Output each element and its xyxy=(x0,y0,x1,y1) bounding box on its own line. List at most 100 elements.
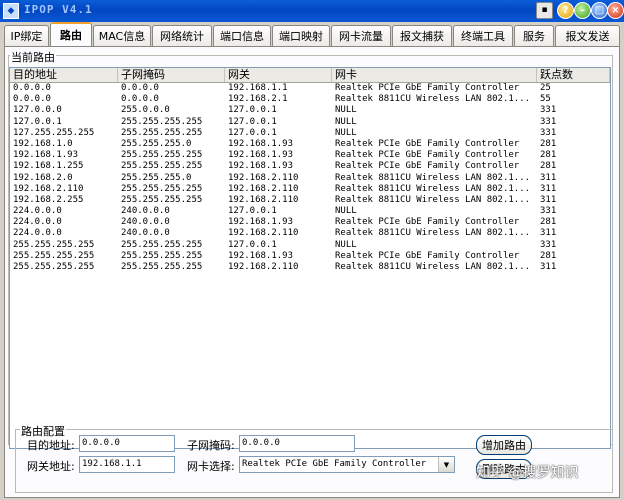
cell-destination: 192.168.2.255 xyxy=(13,194,84,205)
cell-nic: Realtek 8811CU Wireless LAN 802.1... xyxy=(335,94,531,105)
table-row[interactable]: 224.0.0.0 240.0.0.0 192.168.2.110 Realtek 8… xyxy=(10,228,610,239)
cell-metric: 281 xyxy=(540,217,557,228)
table-row[interactable]: 224.0.0.0 240.0.0.0 127.0.0.1 NULL 331 xyxy=(10,206,610,217)
cell-metric: 311 xyxy=(540,228,557,239)
table-row[interactable]: 127.255.255.255 255.255.255.255 127.0.0.1 N… xyxy=(10,128,610,139)
help-button[interactable]: ? xyxy=(557,2,574,19)
cell-destination: 0.0.0.0 xyxy=(13,94,51,105)
table-row[interactable]: 0.0.0.0 0.0.0.0 192.168.1.1 Realtek PCIe Gb… xyxy=(10,83,610,94)
cell-metric: 281 xyxy=(540,161,557,172)
window-title: IPOP V4.1 xyxy=(24,3,93,16)
cell-gateway: 127.0.0.1 xyxy=(228,206,277,217)
cell-destination: 255.255.255.255 xyxy=(13,239,95,250)
cell-subnet-mask: 0.0.0.0 xyxy=(121,94,159,105)
cell-subnet-mask: 255.255.255.255 xyxy=(121,150,203,161)
tab-nic-traffic[interactable]: 网卡流量 xyxy=(331,25,391,46)
tab-route[interactable]: 路由 xyxy=(50,22,92,46)
cell-nic: Realtek 8811CU Wireless LAN 802.1... xyxy=(335,228,531,239)
route-table-body: 0.0.0.0 0.0.0.0 192.168.1.1 Realtek PCIe Gb… xyxy=(10,83,610,273)
close-button[interactable]: × xyxy=(607,2,624,19)
cell-nic: Realtek PCIe GbE Family Controller xyxy=(335,138,520,149)
cell-nic: NULL xyxy=(335,105,357,116)
cell-metric: 311 xyxy=(540,183,557,194)
cell-gateway: 127.0.0.1 xyxy=(228,127,277,138)
tab-packet-capture[interactable]: 报文捕获 xyxy=(392,25,452,46)
cell-subnet-mask: 240.0.0.0 xyxy=(121,206,170,217)
table-row[interactable]: 192.168.1.255 255.255.255.255 192.168.1.93… xyxy=(10,161,610,172)
cell-gateway: 192.168.1.93 xyxy=(228,161,294,172)
cell-destination: 0.0.0.0 xyxy=(13,83,51,93)
tab-packet-send[interactable]: 报文发送 xyxy=(555,25,620,46)
table-row[interactable]: 192.168.2.0 255.255.255.0 192.168.2.110 Rea… xyxy=(10,173,610,184)
cell-gateway: 192.168.2.1 xyxy=(228,94,288,105)
cell-metric: 25 xyxy=(540,83,551,93)
nic-select-dropdown[interactable]: Realtek PCIe GbE Family Controller ▼ xyxy=(239,456,455,473)
col-destination[interactable]: 目的地址 xyxy=(10,68,118,82)
dest-address-input[interactable]: 0.0.0.0 xyxy=(79,435,175,452)
cell-destination: 224.0.0.0 xyxy=(13,217,62,228)
add-route-button[interactable]: 增加路由 xyxy=(476,435,532,455)
table-row[interactable]: 255.255.255.255 255.255.255.255 192.168.1.… xyxy=(10,251,610,262)
cell-destination: 192.168.2.110 xyxy=(13,183,84,194)
route-table[interactable]: 目的地址 子网掩码 网关 网卡 跃点数 0.0.0.0 0.0.0.0 192.16… xyxy=(9,67,611,449)
tab-ip-bind[interactable]: IP绑定 xyxy=(4,25,49,46)
table-row[interactable]: 255.255.255.255 255.255.255.255 127.0.0.1 N… xyxy=(10,240,610,251)
gateway-address-input[interactable]: 192.168.1.1 xyxy=(79,456,175,473)
table-row[interactable]: 192.168.1.93 255.255.255.255 192.168.1.93 R… xyxy=(10,150,610,161)
cell-metric: 281 xyxy=(540,138,557,149)
tab-services[interactable]: 服务 xyxy=(514,25,554,46)
cell-nic: Realtek PCIe GbE Family Controller xyxy=(335,150,520,161)
cell-destination: 255.255.255.255 xyxy=(13,262,95,272)
cell-nic: Realtek 8811CU Wireless LAN 802.1... xyxy=(335,172,531,183)
subnet-mask-input[interactable]: 0.0.0.0 xyxy=(239,435,355,452)
cell-destination: 224.0.0.0 xyxy=(13,206,62,217)
nic-select-value: Realtek PCIe GbE Family Controller xyxy=(242,459,427,469)
cell-metric: 331 xyxy=(540,116,557,127)
cell-gateway: 192.168.1.1 xyxy=(228,83,288,93)
tab-terminal-tools[interactable]: 终端工具 xyxy=(453,25,513,46)
cell-nic: Realtek PCIe GbE Family Controller xyxy=(335,83,520,93)
cell-subnet-mask: 255.255.255.0 xyxy=(121,172,192,183)
cell-nic: Realtek 8811CU Wireless LAN 802.1... xyxy=(335,183,531,194)
table-row[interactable]: 192.168.1.0 255.255.255.0 192.168.1.93 Real… xyxy=(10,139,610,150)
table-row[interactable]: 192.168.2.255 255.255.255.255 192.168.2.11… xyxy=(10,195,610,206)
table-row[interactable]: 192.168.2.110 255.255.255.255 192.168.2.11… xyxy=(10,184,610,195)
table-row[interactable]: 0.0.0.0 0.0.0.0 192.168.2.1 Realtek 8811CU … xyxy=(10,94,610,105)
cell-subnet-mask: 255.255.255.255 xyxy=(121,127,203,138)
cell-gateway: 192.168.2.110 xyxy=(228,172,299,183)
chevron-down-icon[interactable]: ▼ xyxy=(438,457,454,472)
cell-gateway: 127.0.0.1 xyxy=(228,239,277,250)
tab-port-mapping[interactable]: 端口映射 xyxy=(272,25,330,46)
tab-mac-info[interactable]: MAC信息 xyxy=(93,25,151,46)
current-route-label: 当前路由 xyxy=(10,49,56,65)
cell-nic: Realtek PCIe GbE Family Controller xyxy=(335,250,520,261)
cell-subnet-mask: 0.0.0.0 xyxy=(121,83,159,93)
col-nic[interactable]: 网卡 xyxy=(332,68,537,82)
cell-subnet-mask: 255.255.255.255 xyxy=(121,116,203,127)
cell-destination: 192.168.2.0 xyxy=(13,172,73,183)
cell-nic: Realtek PCIe GbE Family Controller xyxy=(335,161,520,172)
cell-gateway: 192.168.1.93 xyxy=(228,250,294,261)
col-metric[interactable]: 跃点数 xyxy=(537,68,610,82)
cell-gateway: 192.168.2.110 xyxy=(228,194,299,205)
cell-destination: 127.0.0.1 xyxy=(13,116,62,127)
cell-metric: 55 xyxy=(540,94,551,105)
cell-destination: 192.168.1.255 xyxy=(13,161,84,172)
table-row[interactable]: 127.0.0.1 255.255.255.255 127.0.0.1 NULL 331 xyxy=(10,117,610,128)
tab-port-info[interactable]: 端口信息 xyxy=(213,25,271,46)
table-row[interactable]: 127.0.0.0 255.0.0.0 127.0.0.1 NULL 331 xyxy=(10,105,610,116)
tab-net-stats[interactable]: 网络统计 xyxy=(152,25,212,46)
minimize-button[interactable]: – xyxy=(574,2,591,19)
col-subnet-mask[interactable]: 子网掩码 xyxy=(118,68,225,82)
maximize-button[interactable]: □ xyxy=(591,2,608,19)
gateway-address-label: 网关地址: xyxy=(27,460,75,473)
table-row[interactable]: 255.255.255.255 255.255.255.255 192.168.2.… xyxy=(10,262,610,273)
tab-strip: IP绑定 路由 MAC信息 网络统计 端口信息 端口映射 网卡流量 报文捕获 终… xyxy=(4,22,620,46)
cell-nic: Realtek 8811CU Wireless LAN 802.1... xyxy=(335,262,531,272)
cell-gateway: 192.168.1.93 xyxy=(228,138,294,149)
cell-destination: 255.255.255.255 xyxy=(13,250,95,261)
col-gateway[interactable]: 网关 xyxy=(225,68,332,82)
table-row[interactable]: 224.0.0.0 240.0.0.0 192.168.1.93 Realtek PC… xyxy=(10,217,610,228)
window-menu-button[interactable]: ▪ xyxy=(536,2,553,19)
cell-metric: 331 xyxy=(540,127,557,138)
